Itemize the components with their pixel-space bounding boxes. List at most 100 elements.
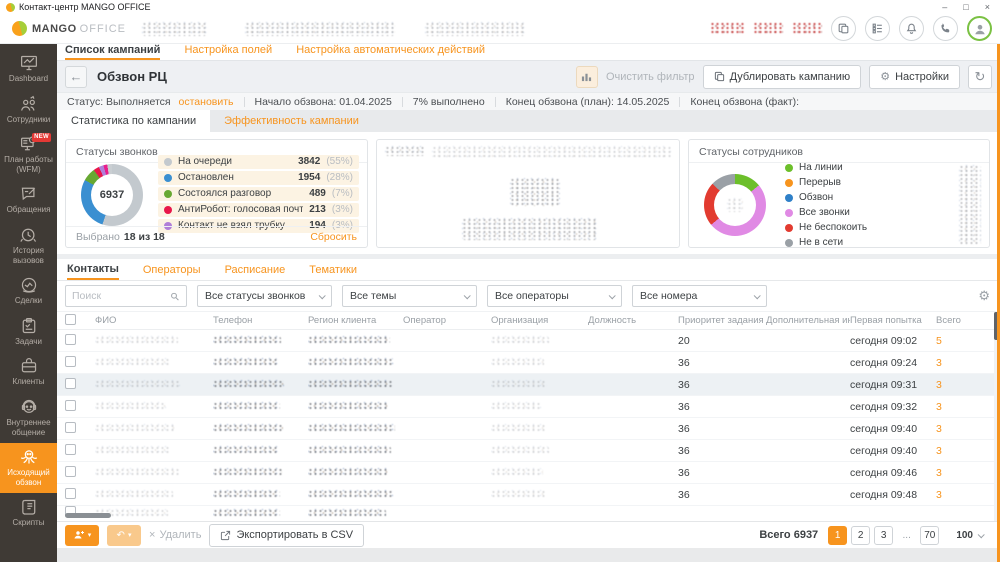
table-row[interactable]: 20 сегодня 09:02 5 — [57, 330, 1000, 352]
row-checkbox[interactable] — [65, 378, 76, 389]
page-3[interactable]: 3 — [874, 526, 893, 545]
redacted-phone — [213, 402, 280, 411]
redacted-phone — [213, 490, 280, 499]
delete-button[interactable]: ×Удалить — [149, 529, 201, 541]
redacted-header-text-3 — [425, 22, 525, 36]
col-priority[interactable]: Приоритет задания — [678, 315, 766, 326]
col-phone[interactable]: Телефон — [213, 315, 308, 326]
sidebar-item-employees[interactable]: Сотрудники — [0, 90, 57, 131]
page-size-select[interactable]: 100 — [949, 526, 990, 545]
sidebar-item-call-history[interactable]: История вызовов — [0, 221, 57, 271]
row-checkbox[interactable] — [65, 422, 76, 433]
page-70[interactable]: 70 — [920, 526, 939, 545]
col-total[interactable]: Всего — [936, 315, 1000, 326]
row-checkbox[interactable] — [65, 488, 76, 499]
sidebar-item-clients[interactable]: Клиенты — [0, 352, 57, 393]
tab-contacts[interactable]: Контакты — [67, 259, 119, 280]
tab-campaign-list[interactable]: Список кампаний — [65, 44, 160, 60]
sidebar-item-appeals[interactable]: Обращения — [0, 180, 57, 221]
redacted-header-badge-3 — [792, 22, 822, 35]
sidebar-item-tasks[interactable]: Задачи — [0, 312, 57, 353]
row-checkbox[interactable] — [65, 334, 76, 345]
tab-operators[interactable]: Операторы — [143, 259, 201, 280]
search-input[interactable] — [72, 290, 166, 302]
table-row[interactable]: 36 сегодня 09:40 3 — [57, 418, 1000, 440]
duplicate-campaign-button[interactable]: Дублировать кампанию — [703, 65, 862, 89]
redacted-phone — [213, 446, 279, 455]
row-checkbox[interactable] — [65, 356, 76, 367]
row-checkbox[interactable] — [65, 444, 76, 455]
redacted-panel-center — [510, 178, 560, 206]
user-avatar[interactable] — [967, 16, 992, 41]
col-extra-info[interactable]: Дополнительная инфо — [766, 315, 850, 326]
close-button[interactable]: × — [985, 2, 990, 12]
sidebar-item-outbound-dialing[interactable]: Исходящий обзвон — [0, 443, 57, 493]
selected-label: Выбрано — [76, 231, 120, 243]
tab-topics[interactable]: Тематики — [309, 259, 357, 280]
assign-operator-button[interactable]: ▾ — [65, 525, 99, 546]
col-organization[interactable]: Организация — [491, 315, 588, 326]
redacted-region — [308, 424, 395, 433]
maximize-button[interactable]: □ — [963, 2, 968, 12]
back-button[interactable]: ← — [65, 66, 87, 88]
sidebar-item-deals[interactable]: Сделки — [0, 271, 57, 312]
tab-campaign-effectiveness[interactable]: Эффективность кампании — [210, 110, 373, 132]
legend-item[interactable]: АнтиРобот: голосовая почта213(3%) — [158, 203, 359, 217]
minimize-button[interactable]: – — [942, 2, 947, 12]
reset-link[interactable]: Сбросить — [310, 231, 357, 243]
refresh-button[interactable]: ↻ — [968, 65, 992, 89]
apps-grid-icon[interactable] — [865, 16, 890, 41]
numbers-filter[interactable]: Все номера — [632, 285, 767, 307]
settings-button[interactable]: ⚙ Настройки — [869, 65, 960, 89]
table-row-highlighted[interactable]: 36 сегодня 09:31 3 — [57, 374, 1000, 396]
search-box[interactable] — [65, 285, 187, 307]
table-row[interactable]: 36 сегодня 09:48 3 — [57, 484, 1000, 506]
phone-icon[interactable] — [933, 16, 958, 41]
col-fio[interactable]: ФИО — [95, 315, 213, 326]
total-cell: 3 — [936, 357, 1000, 369]
return-to-queue-button[interactable]: ↶ ▾ — [107, 525, 141, 546]
col-region[interactable]: Регион клиента — [308, 315, 403, 326]
sidebar-item-dashboard[interactable]: Dashboard — [0, 49, 57, 90]
legend-item[interactable]: Остановлен1954(28%) — [158, 171, 359, 185]
gear-icon: ⚙ — [880, 70, 890, 83]
notifications-bell-icon[interactable] — [899, 16, 924, 41]
sidebar-item-scripts[interactable]: Скрипты — [0, 493, 57, 534]
brand-suffix: OFFICE — [80, 23, 126, 35]
legend-item[interactable]: На очереди3842(55%) — [158, 155, 359, 169]
dashboard-icon — [19, 54, 39, 72]
content: Список кампаний Настройка полей Настройк… — [57, 44, 1000, 562]
topics-filter[interactable]: Все темы — [342, 285, 477, 307]
legend-item[interactable]: Состоялся разговор489(7%) — [158, 187, 359, 201]
chart-view-button[interactable] — [576, 66, 598, 88]
row-checkbox[interactable] — [65, 400, 76, 411]
redacted-region — [308, 336, 390, 345]
call-status-filter[interactable]: Все статусы звонков — [197, 285, 332, 307]
clear-filter-button[interactable]: Очистить фильтр — [606, 71, 695, 83]
col-first-attempt[interactable]: Первая попытка — [850, 315, 936, 326]
table-row[interactable]: 36 сегодня 09:24 3 — [57, 352, 1000, 374]
table-row-partial[interactable] — [57, 506, 1000, 520]
table-row[interactable]: 36 сегодня 09:40 3 — [57, 440, 1000, 462]
redacted-region — [308, 490, 393, 499]
tab-campaign-statistics[interactable]: Статистика по кампании — [57, 110, 210, 132]
table-row[interactable]: 36 сегодня 09:32 3 — [57, 396, 1000, 418]
table-row[interactable]: 36 сегодня 09:46 3 — [57, 462, 1000, 484]
operators-filter[interactable]: Все операторы — [487, 285, 622, 307]
table-settings-gear-icon[interactable]: ⚙ — [978, 288, 990, 304]
sidebar-item-wfm[interactable]: NEW План работы (WFM) — [0, 130, 57, 180]
col-operator[interactable]: Оператор — [403, 315, 491, 326]
stop-link[interactable]: остановить — [179, 96, 234, 108]
tab-field-settings[interactable]: Настройка полей — [184, 44, 272, 58]
row-checkbox[interactable] — [65, 466, 76, 477]
tab-schedule[interactable]: Расписание — [225, 259, 286, 280]
sidebar-item-internal-chat[interactable]: Внутреннее общение — [0, 393, 57, 443]
copy-clipboard-icon[interactable] — [831, 16, 856, 41]
export-csv-button[interactable]: Экспортировать в CSV — [209, 524, 364, 547]
page-1[interactable]: 1 — [828, 526, 847, 545]
select-all-checkbox[interactable] — [65, 314, 76, 325]
tab-auto-actions[interactable]: Настройка автоматических действий — [296, 44, 485, 58]
horizontal-scrollbar[interactable] — [65, 513, 111, 518]
col-position[interactable]: Должность — [588, 315, 678, 326]
page-2[interactable]: 2 — [851, 526, 870, 545]
